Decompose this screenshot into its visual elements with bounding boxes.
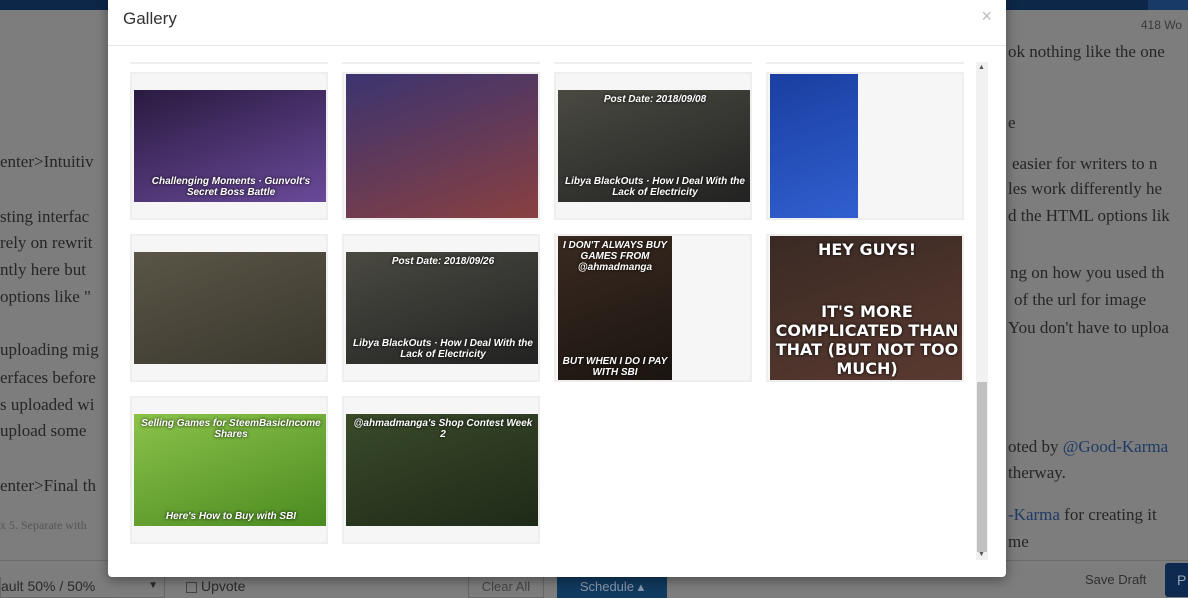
editor-line: ok nothing like the one (1008, 42, 1165, 61)
caption-bottom: Challenging Moments · Gunvolt's Secret B… (151, 176, 311, 198)
editor-line: enter>Final th (0, 476, 96, 495)
editor-line: options like " (0, 287, 91, 306)
caption-top: Post Date: 2018/09/08 (603, 94, 707, 105)
gallery-image[interactable]: @ahmadmanga's Shop Contest Week 2 (342, 396, 540, 544)
caption-top: Selling Games for SteemBasicIncome Share… (141, 418, 321, 440)
editor-line: of the url for image (1014, 290, 1147, 309)
modal-header: Gallery × (108, 0, 1006, 46)
close-icon[interactable]: × (981, 6, 992, 27)
image-thumbnail: HEY GUYS! IT'S MORE COMPLICATED THAN THAT… (770, 236, 962, 380)
caption-bottom: BUT WHEN I DO I PAY WITH SBI (562, 356, 668, 378)
scrollbar-thumb[interactable] (977, 382, 987, 552)
gallery-image[interactable]: Selling Games for SteemBasicIncome Share… (130, 396, 328, 544)
editor-line: enter>Intuitiv (0, 152, 94, 171)
caption-bottom: Here's How to Buy with SBI (165, 511, 297, 522)
caption-top: Post Date: 2018/09/26 (391, 256, 495, 267)
editor-line: You don't have to uploa (1008, 318, 1169, 337)
caption-top: I DON'T ALWAYS BUY GAMES FROM @ahmadmang… (562, 240, 668, 273)
beneficiary-select[interactable]: ault 50% / 50% ▼ (0, 577, 165, 598)
scrollbar[interactable]: ▲ ▼ (976, 62, 988, 560)
chevron-down-icon: ▼ (148, 580, 158, 591)
row-divider (554, 62, 752, 64)
gallery-image[interactable]: Challenging Moments · Gunvolt's Secret B… (130, 72, 328, 220)
image-thumbnail: I DON'T ALWAYS BUY GAMES FROM @ahmadmang… (558, 236, 672, 380)
editor-line: d the HTML options lik (1008, 206, 1170, 225)
good-karma-link[interactable]: -Karma (1008, 505, 1060, 524)
editor-line: -Karma for creating it (1008, 505, 1157, 525)
modal-title: Gallery (123, 9, 177, 28)
gallery-image[interactable]: I DON'T ALWAYS BUY GAMES FROM @ahmadmang… (554, 234, 752, 382)
caption-bottom: Libya BlackOuts · How I Deal With the La… (353, 338, 533, 360)
editor-line: uploading mig (0, 340, 99, 359)
caption-bottom: IT'S MORE COMPLICATED THAN THAT (BUT NOT… (775, 302, 959, 378)
publish-button[interactable]: P (1165, 563, 1188, 597)
row-divider (766, 62, 964, 64)
checkbox-icon (186, 581, 197, 593)
editor-line: s uploaded wi (0, 395, 95, 414)
image-thumbnail: @ahmadmanga's Shop Contest Week 2 (346, 414, 538, 526)
row-divider (342, 62, 540, 64)
beneficiary-value: ault 50% / 50% (1, 578, 96, 594)
image-thumbnail (770, 74, 858, 218)
editor-line: erfaces before (0, 368, 96, 387)
gallery-image[interactable]: HEY GUYS! IT'S MORE COMPLICATED THAN THAT… (766, 234, 964, 382)
image-thumbnail: Post Date: 2018/09/08 Libya BlackOuts · H… (558, 90, 750, 202)
good-karma-link[interactable]: @Good-Karma (1063, 437, 1168, 456)
gallery-image[interactable] (130, 234, 328, 382)
caption-top: @ahmadmanga's Shop Contest Week 2 (353, 418, 533, 440)
editor-line: ntly here but (0, 260, 86, 279)
editor-text: for creating it (1059, 505, 1157, 524)
upvote-label: Upvote (201, 578, 246, 594)
gallery-image[interactable]: Post Date: 2018/09/26 Libya BlackOuts · H… (342, 234, 540, 382)
scroll-down-icon[interactable]: ▼ (978, 551, 985, 558)
gallery-image[interactable]: Post Date: 2018/09/08 Libya BlackOuts · H… (554, 72, 752, 220)
image-thumbnail (346, 74, 538, 218)
row-divider (130, 62, 328, 64)
editor-line: ng on how you used th (1010, 263, 1165, 282)
editor-line: e (1008, 113, 1016, 132)
editor-line: rely on rewrit (0, 233, 93, 252)
gallery-image[interactable] (342, 72, 540, 220)
editor-line: easier for writers to n (1012, 154, 1158, 173)
tags-input[interactable]: x 5. Separate with (0, 518, 87, 533)
caption-top: HEY GUYS! (817, 240, 916, 259)
image-thumbnail: Selling Games for SteemBasicIncome Share… (134, 414, 326, 526)
save-draft-button[interactable]: Save Draft (1085, 572, 1146, 587)
clear-all-button[interactable]: Clear All (468, 577, 544, 598)
scroll-up-icon[interactable]: ▲ (978, 64, 985, 71)
editor-line: oted by @Good-Karma (1008, 437, 1168, 457)
image-thumbnail (134, 252, 326, 364)
editor-line: therway. (1008, 463, 1066, 482)
schedule-button[interactable]: Schedule ▴ (557, 577, 667, 598)
image-thumbnail: Challenging Moments · Gunvolt's Secret B… (134, 90, 326, 202)
gallery-modal: Gallery × Challenging Moments · Gunvolt'… (108, 0, 1006, 577)
editor-line: upload some (0, 421, 87, 440)
editor-line: sting interfac (0, 207, 90, 226)
editor-line: les work differently he (1008, 179, 1163, 198)
editor-text: oted by (1008, 437, 1063, 456)
gallery-image[interactable] (766, 72, 964, 220)
image-thumbnail: Post Date: 2018/09/26 Libya BlackOuts · H… (346, 252, 538, 364)
editor-line: me (1008, 532, 1029, 551)
upvote-checkbox[interactable]: Upvote (186, 578, 245, 594)
caption-bottom: Libya BlackOuts · How I Deal With the La… (565, 176, 745, 198)
